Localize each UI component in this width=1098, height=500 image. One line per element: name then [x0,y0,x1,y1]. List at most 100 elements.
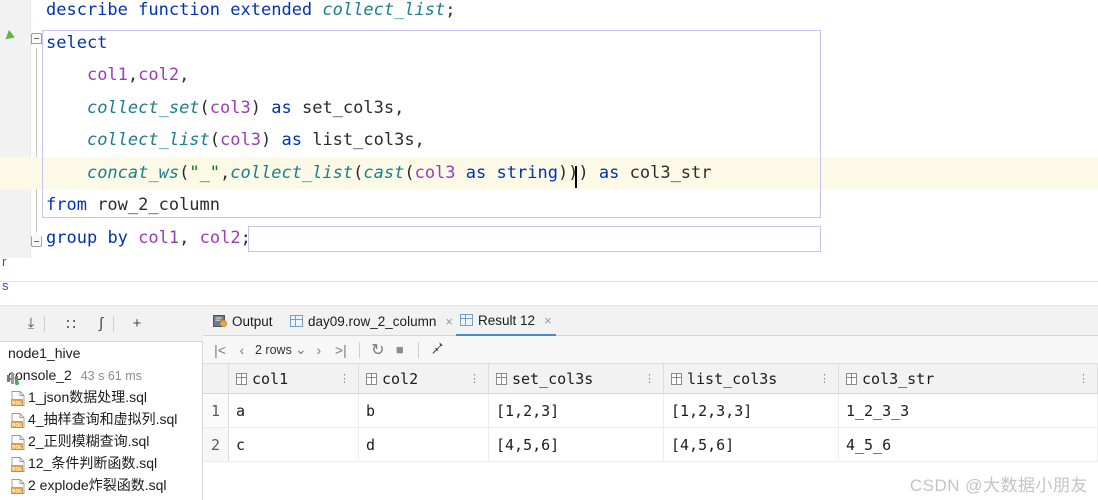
code-token: ))) [557,162,589,183]
new-icon[interactable]: + [128,315,146,333]
column-type-icon [236,372,247,385]
sql-file-icon: SQL [11,456,25,472]
toolbar-separator [44,316,45,332]
code-token: describe [46,0,128,20]
code-line[interactable]: collect_set(col3) as set_col3s, [46,92,404,125]
column-sort-icon[interactable]: ⋮ [644,373,655,384]
column-header[interactable]: col1 ⋮ [229,364,359,393]
table-cell[interactable]: d [359,428,489,461]
sql-file-item[interactable]: SQL 1_json数据处理.sql [0,386,202,408]
table-cell[interactable]: a [229,394,359,427]
code-token: "_" [189,162,221,183]
result-grid[interactable]: col1 ⋮ col2 ⋮ set_col3s ⋮ list_col3s ⋮ col3_str ⋮… [203,364,1098,462]
close-icon[interactable]: × [445,314,453,329]
last-page-icon[interactable]: >| [330,342,352,358]
column-header[interactable]: list_col3s ⋮ [664,364,839,393]
sql-editor[interactable]: describe function extended collect_list;… [0,0,1098,258]
code-line[interactable]: group by col1, col2; [46,222,251,255]
column-sort-icon[interactable]: ⋮ [339,373,350,384]
result-tab-label: Output [232,313,273,329]
sql-file-item[interactable]: SQL 2_正则模糊查询.sql [0,430,202,452]
column-header[interactable]: set_col3s ⋮ [489,364,664,393]
sql-file-label: 2_正则模糊查询.sql [28,433,150,449]
result-tab[interactable]: Result 12 × [456,306,556,336]
fold-collapse-icon-bottom[interactable] [31,236,42,247]
row-number: 2 [203,428,229,461]
fold-collapse-icon-top[interactable] [31,33,42,44]
result-grid-header[interactable]: col1 ⋮ col2 ⋮ set_col3s ⋮ list_col3s ⋮ col3_str ⋮ [203,364,1098,394]
result-tab-bar[interactable]: Output day09.row_2_column × Result 12 × [203,306,1098,336]
watermark-text: CSDN @大数据小朋友 [909,476,1088,495]
code-line[interactable]: from row_2_column [46,189,220,222]
table-cell[interactable]: [1,2,3,3] [664,394,839,427]
toolbar-separator [113,316,114,332]
code-line[interactable]: describe function extended collect_list; [46,0,456,27]
chevron-down-icon[interactable]: ⌄ [294,341,308,358]
code-token: col3 [220,130,261,150]
table-row[interactable]: 2 c d [4,5,6] [4,5,6] 4_5_6 [203,428,1098,462]
table-cell[interactable]: [4,5,6] [489,428,664,461]
table-cell[interactable]: 4_5_6 [839,428,1098,461]
row-count-label[interactable]: 2 rows [253,343,294,357]
table-cell[interactable]: [4,5,6] [664,428,839,461]
tree-root-label: node1_hive [8,345,81,361]
stop-icon[interactable]: ■ [389,342,411,357]
collapse-all-icon[interactable]: ⤓ [22,315,40,333]
table-row[interactable]: 1 a b [1,2,3] [1,2,3,3] 1_2_3_3 [203,394,1098,428]
table-cell[interactable]: b [359,394,489,427]
close-icon[interactable]: × [544,313,552,328]
tree-root-node[interactable]: node1_hive [0,342,202,364]
code-token: as [271,97,292,118]
column-header-label: set_col3s [512,369,594,388]
group-by-icon[interactable]: ∷ [62,315,80,333]
code-text-area[interactable]: describe function extended collect_list;… [0,0,1098,258]
code-token: ; [445,0,456,20]
code-line[interactable]: collect_list(col3) as list_col3s, [46,124,425,157]
add-datasource-icon[interactable]: ∫ [92,315,110,333]
sql-file-item[interactable]: SQL 4_抽样查询和虚拟列.sql [0,408,202,430]
column-header[interactable]: col3_str ⋮ [839,364,1098,393]
svg-text:SQL: SQL [12,422,22,428]
result-toolbar[interactable]: |< ‹ 2 rows ⌄ › >| ↻ ■ [203,336,1098,364]
code-token: collect_list [322,0,446,20]
result-tab[interactable]: day09.row_2_column × [286,306,457,336]
console-file-tree[interactable]: node1_hive console_2 43 s 61 ms SQL 1_jso… [0,342,203,500]
sql-file-item[interactable]: SQL 2 explode炸裂函数.sql [0,474,202,496]
prev-page-icon[interactable]: ‹ [231,342,253,358]
first-page-icon[interactable]: |< [209,342,231,358]
column-sort-icon[interactable]: ⋮ [469,373,480,384]
pin-tab-icon[interactable] [426,341,448,358]
result-tab-label: day09.row_2_column [308,313,437,329]
result-grid-body[interactable]: 1 a b [1,2,3] [1,2,3,3] 1_2_3_3 2 c d [4,5,6] [4,5… [203,394,1098,462]
code-line[interactable]: select [46,27,107,60]
column-header-label: col3_str [862,369,935,388]
tree-console-node[interactable]: console_2 43 s 61 ms [0,364,202,386]
next-page-icon[interactable]: › [308,342,330,358]
reload-icon[interactable]: ↻ [367,340,389,360]
code-token: , [127,65,139,85]
svg-text:SQL: SQL [12,488,22,494]
code-token: ( [179,162,190,183]
column-type-icon [671,372,682,385]
column-header[interactable]: col2 ⋮ [359,364,489,393]
table-cell[interactable]: 1_2_3_3 [839,394,1098,427]
code-line[interactable]: concat_ws("_",collect_list(cast(col3 as … [0,156,1098,189]
output-icon [213,314,228,328]
code-token: col3 [209,97,251,118]
code-token: as [465,162,487,183]
table-cell[interactable]: [1,2,3] [489,394,664,427]
code-token: , [179,227,200,248]
code-token: as [598,162,620,183]
code-token: ( [353,162,364,183]
sql-file-item[interactable]: SQL 12_条件判断函数.sql [0,452,202,474]
result-tab[interactable]: Output [209,306,277,336]
code-line[interactable]: col1,col2, [46,59,189,92]
column-sort-icon[interactable]: ⋮ [1078,373,1089,384]
column-sort-icon[interactable]: ⋮ [819,373,830,384]
sidebar-toolbar[interactable]: ⤓ ∷ ∫ + [0,306,203,342]
table-cell[interactable]: c [229,428,359,461]
